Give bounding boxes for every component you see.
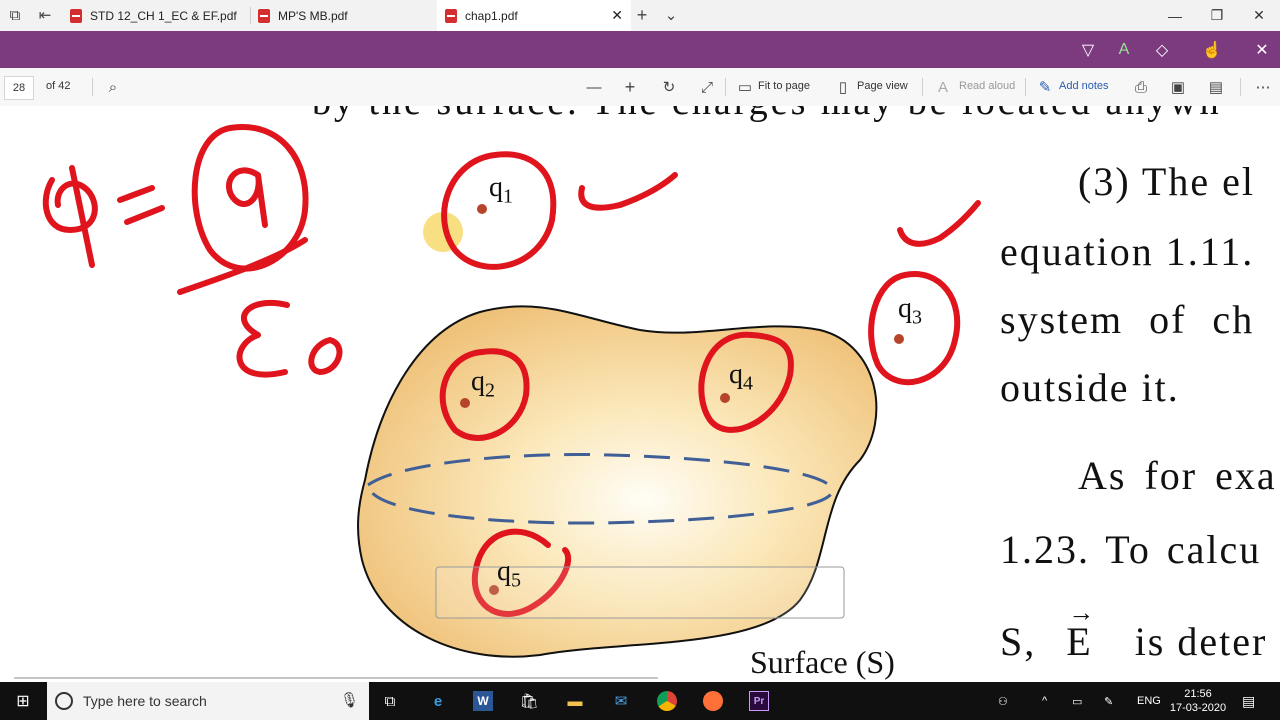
pen-workspace-icon[interactable]: ✎ <box>1104 682 1113 720</box>
people-icon[interactable]: ⚇ <box>998 682 1008 720</box>
paragraph-line: system of ch <box>1000 297 1255 342</box>
notifications-icon[interactable]: ▤ <box>1242 682 1255 720</box>
close-window-button[interactable]: ✕ <box>1238 0 1280 31</box>
toolbar-divider <box>922 78 923 96</box>
tab-mps-mb[interactable]: MP'S MB.pdf <box>252 0 436 31</box>
fullscreen-icon[interactable]: ⤢ <box>696 76 718 98</box>
premiere-icon[interactable]: Pr <box>745 687 773 715</box>
show-hidden-icons-icon[interactable]: ^ <box>1042 682 1047 720</box>
edge-browser-icon[interactable]: e <box>424 687 452 715</box>
top-text-line: by the surface. The charges may be locat… <box>312 106 1222 124</box>
zoom-in-icon[interactable]: + <box>619 76 641 98</box>
page-view-icon[interactable]: ▯ <box>832 76 854 98</box>
minimize-button[interactable]: — <box>1154 0 1196 31</box>
touch-write-icon[interactable]: ☝ <box>1201 39 1223 61</box>
save-as-icon[interactable]: ▤ <box>1205 76 1227 98</box>
charge-label-q5: q5 <box>497 556 521 592</box>
charge-label-q4: q4 <box>729 359 753 395</box>
add-notes-icon[interactable]: ✎ <box>1034 76 1056 98</box>
search-icon[interactable]: ⌕ <box>102 76 124 98</box>
toolbar-divider <box>1240 78 1241 96</box>
paragraph-line: (3) The el <box>1078 159 1255 204</box>
more-options-icon[interactable]: ⋯ <box>1252 76 1274 98</box>
clock-date: 17-03-2020 <box>1169 702 1227 714</box>
tab-label: chap1.pdf <box>465 8 518 23</box>
charge-label-q1: q1 <box>489 172 513 208</box>
pdf-icon <box>258 8 270 23</box>
zoom-out-icon[interactable]: — <box>583 76 605 98</box>
fit-to-page-icon[interactable]: ▭ <box>734 76 756 98</box>
file-explorer-icon[interactable]: ▬ <box>561 687 589 715</box>
language-indicator[interactable]: ENG <box>1137 682 1161 720</box>
charge-dot-q3 <box>894 334 904 344</box>
tab-list-chevron-icon[interactable]: ⌄ <box>660 4 682 26</box>
toolbar-divider <box>725 78 726 96</box>
paragraph-line: As for exa <box>1078 453 1277 498</box>
read-aloud-button[interactable]: Read aloud <box>959 80 1015 92</box>
firefox-icon[interactable] <box>699 687 727 715</box>
page-view-button[interactable]: Page view <box>857 80 908 92</box>
store-icon[interactable]: 🛍 <box>515 687 543 715</box>
pdf-page: by the surface. The charges may be locat… <box>0 106 1280 682</box>
pdf-toolbar: 28 of 42 ⌕ — + ↻ ⤢ ▭ Fit to page ▯ Page … <box>0 68 1280 107</box>
print-icon[interactable]: ⎙ <box>1130 76 1152 98</box>
eraser-icon[interactable]: ◇ <box>1151 39 1173 61</box>
word-icon[interactable]: W <box>469 687 497 715</box>
clock-time: 21:56 <box>1184 688 1212 700</box>
mail-icon[interactable]: ✉ <box>607 687 635 715</box>
charge-label-q3: q3 <box>898 293 922 329</box>
charge-label-q2: q2 <box>471 366 495 402</box>
taskbar-search-placeholder: Type here to search <box>83 693 207 709</box>
toolbar-divider <box>92 78 93 96</box>
restore-button[interactable]: ❐ <box>1196 0 1238 31</box>
clock[interactable]: 21:56 17-03-2020 <box>1168 682 1228 720</box>
tab-std12[interactable]: STD 12_CH 1_EC & EF.pdf <box>62 0 256 31</box>
tab-divider <box>250 7 251 24</box>
search-circle-icon <box>55 692 73 710</box>
ink-toolbar: ▽ A ◇ ☝ ✕ <box>0 31 1280 68</box>
page-number-input[interactable]: 28 <box>4 76 34 100</box>
text-highlight-icon[interactable]: A <box>1113 39 1135 61</box>
pdf-icon <box>70 8 82 23</box>
highlighter-icon[interactable]: ▽ <box>1077 39 1099 61</box>
charge-dot-q1 <box>477 204 487 214</box>
add-notes-button[interactable]: Add notes <box>1059 80 1109 92</box>
rotate-icon[interactable]: ↻ <box>658 76 680 98</box>
task-view-icon[interactable]: ⧉ <box>376 687 404 715</box>
surface-label: Surface (S) <box>750 644 895 680</box>
save-icon[interactable]: ▣ <box>1167 76 1189 98</box>
fit-to-page-button[interactable]: Fit to page <box>758 80 810 92</box>
paragraph-line: equation 1.11. <box>1000 229 1255 274</box>
paragraph-line: 1.23. To calcu <box>1000 527 1262 572</box>
taskbar-search-box[interactable]: Type here to search 🎙 <box>47 682 369 720</box>
set-aside-tabs-icon[interactable]: ⇤ <box>34 4 56 26</box>
tab-actions-icon[interactable]: ⧉ <box>4 4 26 26</box>
toolbar-divider <box>1025 78 1026 96</box>
paragraph-line: outside it. <box>1000 365 1180 410</box>
paragraph-line: S, → E is deter <box>1000 598 1268 664</box>
windows-taskbar: ⊞ Type here to search 🎙 ⧉ e W 🛍 ▬ ✉ Pr ⚇… <box>0 682 1280 720</box>
close-tab-icon[interactable]: ✕ <box>611 7 623 24</box>
tab-chap1[interactable]: chap1.pdf ✕ <box>437 0 631 31</box>
browser-tab-bar: ⧉ ⇤ STD 12_CH 1_EC & EF.pdf MP'S MB.pdf … <box>0 0 1280 31</box>
read-aloud-icon[interactable]: A <box>932 76 954 98</box>
charge-dot-q2 <box>460 398 470 408</box>
page-total: of 42 <box>46 80 71 92</box>
tab-label: STD 12_CH 1_EC & EF.pdf <box>90 8 237 23</box>
windows-start-icon[interactable]: ⊞ <box>9 687 37 715</box>
chrome-icon[interactable] <box>653 687 681 715</box>
pdf-icon <box>445 8 457 23</box>
battery-icon[interactable]: ▭ <box>1072 682 1082 720</box>
tab-label: MP'S MB.pdf <box>278 8 348 23</box>
close-ink-icon[interactable]: ✕ <box>1251 39 1273 61</box>
new-tab-icon[interactable]: + <box>631 4 653 26</box>
microphone-icon[interactable]: 🎙 <box>340 691 359 709</box>
